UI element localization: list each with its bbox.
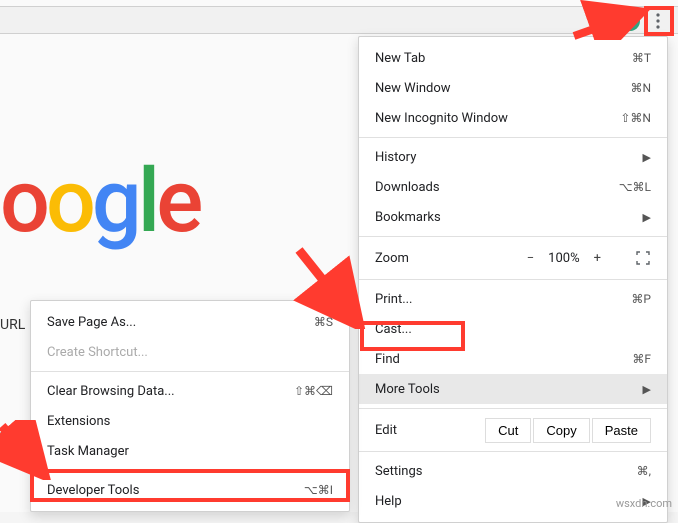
- chevron-right-icon: ▶: [643, 151, 651, 164]
- truncated-w: W: [0, 430, 12, 446]
- shortcut: ⌥⌘L: [619, 180, 651, 194]
- menu-more-tools[interactable]: More Tools ▶: [359, 374, 667, 404]
- annotation-box-kebab: [644, 6, 674, 36]
- paste-button[interactable]: Paste: [592, 418, 651, 443]
- menu-separator: [359, 451, 667, 452]
- menu-item-label: Clear Browsing Data...: [47, 384, 175, 399]
- menu-item-label: Print...: [375, 292, 412, 307]
- menu-separator: [359, 408, 667, 409]
- shortcut: ⌘T: [632, 51, 651, 65]
- menu-bookmarks[interactable]: Bookmarks ▶: [359, 202, 667, 232]
- zoom-value: 100%: [548, 251, 579, 266]
- menu-item-label: Find: [375, 352, 400, 367]
- menu-separator: [31, 371, 349, 372]
- zoom-in-button[interactable]: +: [594, 251, 601, 266]
- zoom-label: Zoom: [375, 251, 527, 266]
- submenu-clear-data[interactable]: Clear Browsing Data... ⇧⌘⌫: [31, 376, 349, 406]
- menu-item-label: New Tab: [375, 51, 425, 66]
- menu-item-label: More Tools: [375, 382, 440, 397]
- annotation-box-more-tools: [360, 321, 465, 351]
- main-menu: New Tab ⌘T New Window ⌘N New Incognito W…: [358, 36, 668, 523]
- fullscreen-button[interactable]: [635, 250, 651, 266]
- menu-separator: [359, 279, 667, 280]
- menu-print[interactable]: Print... ⌘P: [359, 284, 667, 314]
- edit-label: Edit: [375, 423, 483, 438]
- annotation-box-devtools: [30, 469, 350, 502]
- menu-item-label: New Incognito Window: [375, 111, 508, 126]
- shortcut: ⌘N: [630, 81, 651, 95]
- profile-avatar[interactable]: [620, 11, 640, 31]
- submenu-create-shortcut: Create Shortcut...: [31, 337, 349, 367]
- chevron-right-icon: ▶: [643, 383, 651, 396]
- menu-item-label: Extensions: [47, 414, 110, 429]
- menu-item-label: Help: [375, 494, 402, 509]
- menu-new-tab[interactable]: New Tab ⌘T: [359, 43, 667, 73]
- menu-history[interactable]: History ▶: [359, 142, 667, 172]
- copy-button[interactable]: Copy: [533, 418, 589, 443]
- submenu-task-manager[interactable]: Task Manager: [31, 436, 349, 466]
- menu-item-label: New Window: [375, 81, 451, 96]
- submenu-save-page[interactable]: Save Page As... ⌘S: [31, 307, 349, 337]
- menu-incognito[interactable]: New Incognito Window ⇧⌘N: [359, 103, 667, 133]
- menu-zoom-row: Zoom − 100% +: [359, 241, 667, 275]
- chevron-right-icon: ▶: [643, 211, 651, 224]
- menu-item-label: Downloads: [375, 180, 440, 195]
- menu-item-label: Task Manager: [47, 444, 129, 459]
- menu-item-label: History: [375, 150, 416, 165]
- url-label: URL: [0, 317, 25, 333]
- cut-button[interactable]: Cut: [485, 418, 531, 443]
- menu-item-label: Settings: [375, 464, 422, 479]
- shortcut: ⌘,: [637, 464, 651, 478]
- watermark: wsxdn.com: [616, 497, 672, 510]
- menu-item-label: Create Shortcut...: [47, 345, 148, 360]
- shortcut: ⌘F: [632, 352, 651, 366]
- menu-settings[interactable]: Settings ⌘,: [359, 456, 667, 486]
- zoom-out-button[interactable]: −: [527, 251, 534, 266]
- shortcut: ⌘P: [631, 292, 651, 306]
- menu-separator: [359, 137, 667, 138]
- menu-new-window[interactable]: New Window ⌘N: [359, 73, 667, 103]
- menu-separator: [359, 236, 667, 237]
- submenu-extensions[interactable]: Extensions: [31, 406, 349, 436]
- shortcut: ⇧⌘N: [620, 111, 651, 125]
- menu-item-label: Save Page As...: [47, 315, 136, 330]
- shortcut: ⌘S: [314, 315, 333, 329]
- menu-downloads[interactable]: Downloads ⌥⌘L: [359, 172, 667, 202]
- google-logo: oogle: [0, 150, 199, 253]
- shortcut: ⇧⌘⌫: [294, 384, 333, 398]
- fullscreen-icon: [636, 251, 650, 265]
- tab-strip: [0, 6, 678, 34]
- menu-item-label: Bookmarks: [375, 210, 441, 225]
- menu-edit-row: Edit Cut Copy Paste: [359, 413, 667, 447]
